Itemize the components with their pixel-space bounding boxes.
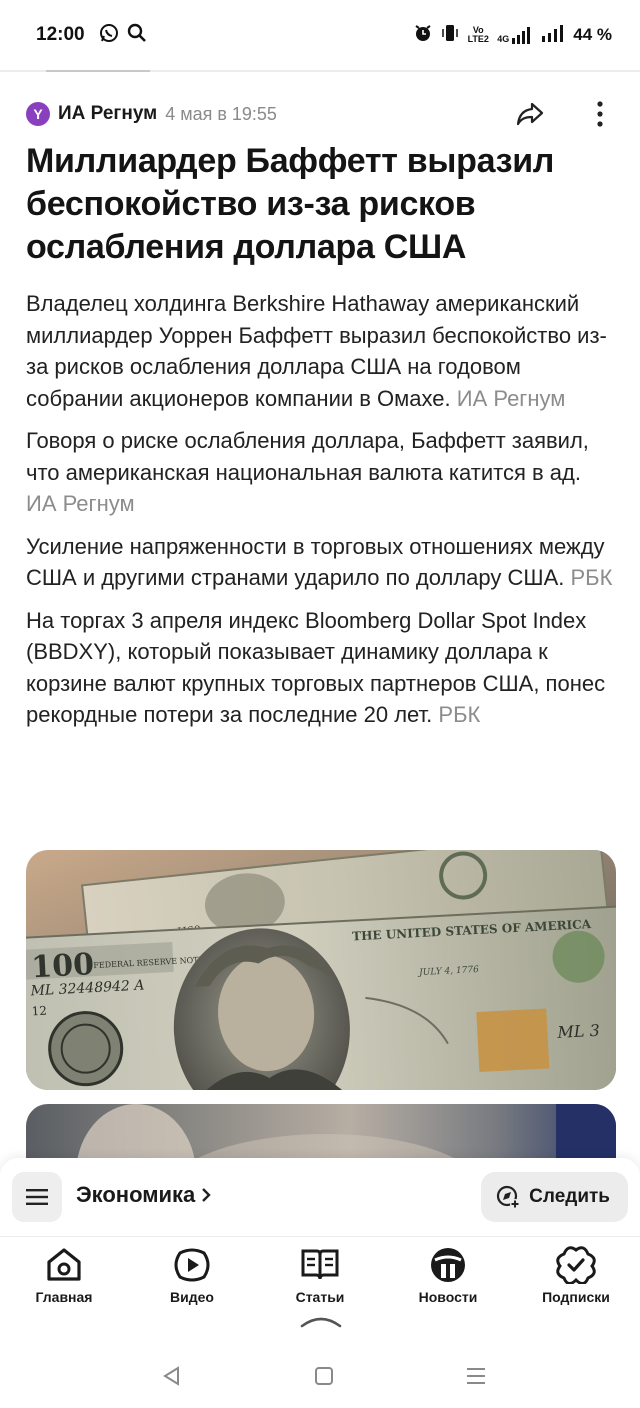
bottom-navigation: Главная Видео Статьи Новости Подписки — [0, 1236, 640, 1308]
topic-link[interactable]: Экономика — [76, 1182, 211, 1208]
system-back-button[interactable] — [160, 1364, 184, 1393]
system-recents-button[interactable] — [464, 1364, 488, 1393]
paragraph: Говоря о риске ослабления доллара, Баффе… — [26, 425, 616, 520]
system-home-button[interactable] — [312, 1364, 336, 1393]
battery-level: 44 % — [573, 25, 612, 44]
photo-corner-serial: ML 3 — [556, 1021, 600, 1042]
news-icon — [428, 1245, 468, 1285]
more-options-button[interactable] — [588, 98, 612, 130]
source-logo[interactable]: Y — [26, 102, 50, 126]
paragraph: На торгах 3 апреля индекс Bloomberg Doll… — [26, 605, 616, 731]
hamburger-icon — [26, 1189, 48, 1205]
article-photo[interactable]: H60 100 FEDERAL RESERVE NOTE ML 32448942… — [26, 850, 616, 1090]
status-bar: 12:00 Vo LTE2 4G 44 % — [0, 0, 640, 70]
paragraph-source-link[interactable]: РБК — [438, 702, 480, 727]
nav-label: Видео — [170, 1289, 214, 1305]
follow-button[interactable]: Следить — [481, 1172, 628, 1222]
paragraph-source-link[interactable]: РБК — [570, 565, 612, 590]
nav-label: Главная — [35, 1289, 93, 1305]
source-name[interactable]: ИА Регнум — [58, 103, 157, 125]
paragraph-text: Усиление напряженности в торговых отноше… — [26, 533, 605, 591]
status-time: 12:00 — [36, 24, 85, 45]
recents-lines-icon — [467, 1368, 485, 1384]
search-icon — [127, 23, 147, 48]
home-icon — [44, 1245, 84, 1285]
tab-indicator — [46, 70, 150, 72]
nav-item-home[interactable]: Главная — [0, 1237, 128, 1308]
paragraph-text: На торгах 3 апреля индекс Bloomberg Doll… — [26, 607, 606, 728]
nav-item-articles[interactable]: Статьи — [256, 1237, 384, 1308]
dollar-bills-photo: H60 100 FEDERAL RESERVE NOTE ML 32448942… — [26, 850, 616, 1090]
paragraph-text: Говоря о риске ослабления доллара, Баффе… — [26, 428, 589, 485]
home-square-icon — [315, 1367, 333, 1385]
add-compass-icon — [497, 1185, 521, 1209]
topic-bar: Экономика Следить — [0, 1158, 640, 1236]
paragraph-source-link[interactable]: ИА Регнум — [26, 491, 135, 516]
topic-label: Экономика — [76, 1182, 196, 1207]
nav-label: Подписки — [542, 1289, 610, 1305]
paragraph: Усиление напряженности в торговых отноше… — [26, 531, 616, 594]
volte-indicator: Vo LTE2 — [467, 25, 489, 44]
network-type: 4G — [497, 34, 510, 44]
vibrate-icon — [441, 23, 459, 48]
subscriptions-icon — [556, 1245, 596, 1285]
photo-plate: 12 — [31, 1004, 47, 1019]
open-book-icon — [300, 1245, 340, 1285]
share-icon — [516, 102, 544, 126]
nav-label: Новости — [418, 1289, 478, 1305]
system-navigation — [0, 1354, 640, 1408]
chevron-right-icon — [202, 1188, 211, 1202]
menu-button[interactable] — [12, 1172, 62, 1222]
whatsapp-icon — [99, 23, 119, 48]
back-triangle-icon — [163, 1366, 179, 1386]
nav-item-video[interactable]: Видео — [128, 1237, 256, 1308]
article-source-row: Y ИА Регнум 4 мая в 19:55 — [26, 96, 616, 132]
paragraph-source-link[interactable]: ИА Регнум — [457, 386, 566, 411]
article-body: Владелец холдинга Berkshire Hathaway аме… — [26, 288, 616, 742]
more-vertical-icon — [597, 101, 603, 127]
article-title: Миллиардер Баффетт выразил беспокойство … — [26, 142, 555, 266]
nav-label: Статьи — [295, 1289, 345, 1305]
nav-item-subscriptions[interactable]: Подписки — [512, 1237, 640, 1308]
follow-label: Следить — [529, 1186, 610, 1207]
paragraph: Владелец холдинга Berkshire Hathaway аме… — [26, 288, 616, 414]
alarm-icon — [413, 23, 433, 48]
publish-date: 4 мая в 19:55 — [165, 103, 277, 124]
nav-item-news[interactable]: Новости — [384, 1237, 512, 1308]
share-button[interactable] — [514, 98, 546, 130]
signal-4g-icon: 4G — [497, 26, 533, 44]
expand-handle[interactable] — [300, 1314, 342, 1333]
signal-icon — [541, 24, 565, 47]
source-logo-letter: Y — [33, 106, 43, 122]
play-icon — [172, 1245, 212, 1285]
chevron-up-icon — [300, 1317, 342, 1328]
